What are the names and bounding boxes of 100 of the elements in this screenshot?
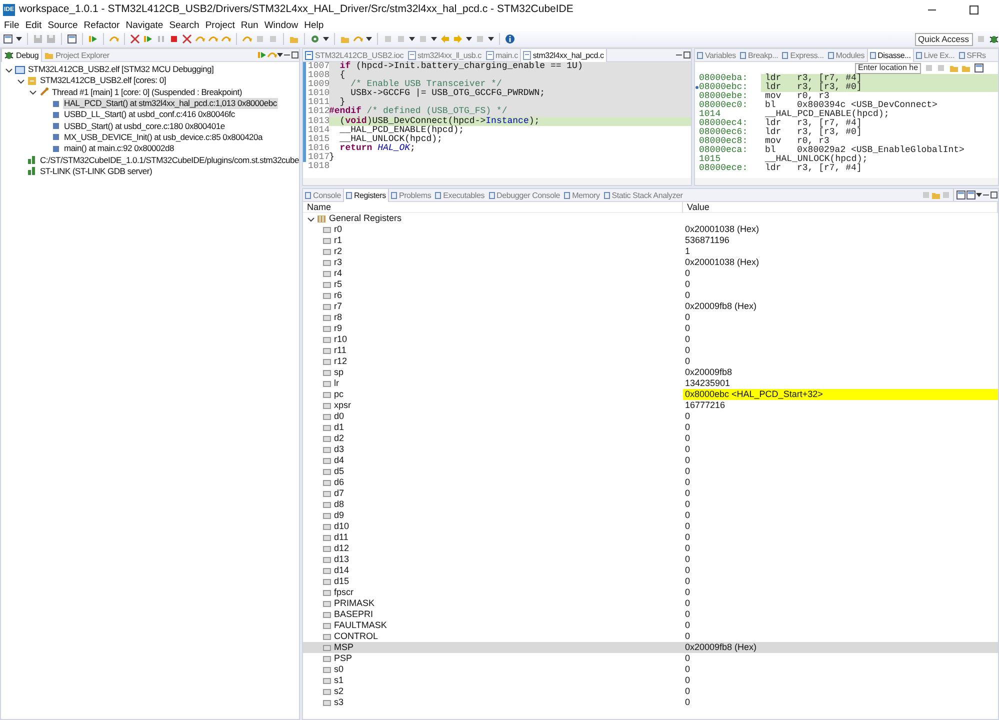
register-row[interactable]: FAULTMASK 0 [303, 620, 998, 632]
tab[interactable]: Debug [1, 49, 42, 62]
register-row[interactable]: r6 0 [303, 290, 998, 302]
step-arrow-icon[interactable] [353, 34, 363, 44]
document-icon[interactable] [956, 190, 966, 200]
menu-item[interactable]: Project [205, 20, 235, 31]
register-row[interactable]: d2 0 [303, 433, 998, 444]
tree-item[interactable]: HAL_PCD_Start() at stm32l4xx_hal_pcd.c:1,013 0x8000ebc [63, 98, 278, 110]
tab[interactable]: SFRs [956, 49, 988, 62]
tree-item[interactable]: main() at main.c:92 0x80002d8 [63, 143, 175, 154]
resume-icon[interactable] [257, 50, 267, 60]
menu-item[interactable]: Navigate [126, 20, 164, 31]
register-row[interactable]: PRIMASK 0 [303, 598, 998, 610]
menu-item[interactable]: Edit [25, 20, 42, 31]
menu-item[interactable]: Search [169, 20, 200, 31]
tab[interactable]: Memory [562, 189, 602, 202]
resume-icon[interactable] [143, 34, 153, 44]
step-arrow-icon[interactable] [242, 34, 252, 44]
register-row[interactable]: fpscr 0 [303, 587, 998, 598]
tab[interactable]: Static Stack Analyzer [602, 189, 685, 202]
maximize-icon[interactable] [990, 191, 998, 199]
register-row[interactable]: sp 0x20009fb8 [303, 367, 998, 378]
tab[interactable]: Breakp... [738, 49, 780, 62]
tab[interactable]: Express... [780, 49, 826, 62]
register-row[interactable]: r1 536871196 [303, 235, 998, 246]
register-row[interactable]: r2 1 [303, 246, 998, 258]
menu-item[interactable]: Window [264, 20, 298, 31]
register-row[interactable]: pc 0x8000ebc <HAL_PCD_Start+32> [303, 389, 998, 400]
document-icon[interactable] [3, 34, 13, 44]
register-row[interactable]: d13 0 [303, 554, 998, 566]
register-row[interactable]: d1 0 [303, 422, 998, 434]
tree-item[interactable]: USBD_LL_Start() at usbd_conf.c:416 0x80046fc [63, 109, 236, 120]
horizontal-scrollbar[interactable] [695, 178, 998, 185]
info-icon[interactable] [505, 34, 515, 44]
register-row[interactable]: s3 0 [303, 697, 998, 708]
register-row[interactable]: r9 0 [303, 323, 998, 334]
menu-item[interactable]: Help [304, 20, 324, 31]
menu-item[interactable]: Run [240, 20, 258, 31]
tab[interactable]: stm32l4xx_ll_usb.c [406, 49, 484, 62]
maximize-icon[interactable] [969, 5, 979, 15]
tab[interactable]: Live Ex... [914, 49, 957, 62]
tree-item[interactable]: STM32L412CB_USB2.elf [cores: 0] [39, 75, 167, 86]
tab[interactable]: Modules [826, 49, 867, 62]
register-row[interactable]: d3 0 [303, 444, 998, 456]
maximize-icon[interactable] [291, 51, 299, 59]
location-field[interactable]: Enter location he [855, 62, 921, 74]
register-row[interactable]: s1 0 [303, 675, 998, 686]
tree-item[interactable]: General Registers [328, 213, 403, 224]
stop-icon[interactable] [169, 34, 179, 44]
resume-icon[interactable] [88, 34, 98, 44]
register-row[interactable]: r11 0 [303, 345, 998, 356]
register-row[interactable]: d11 0 [303, 532, 998, 544]
register-row[interactable]: s0 0 [303, 664, 998, 676]
document-icon[interactable] [974, 63, 984, 73]
register-row[interactable]: d0 0 [303, 411, 998, 422]
tab[interactable]: Problems [388, 189, 434, 202]
tab[interactable]: Disasse... [866, 49, 914, 62]
folder-icon[interactable] [289, 34, 299, 44]
tab[interactable]: Registers [342, 189, 389, 202]
register-row[interactable]: r5 0 [303, 279, 998, 290]
back-arrow-icon[interactable] [440, 34, 450, 44]
register-row[interactable]: d8 0 [303, 499, 998, 510]
tree-item[interactable]: Thread #1 [main] 1 [core: 0] (Suspended : Breakpoint) [51, 86, 243, 98]
register-row[interactable]: d15 0 [303, 576, 998, 588]
register-row[interactable]: MSP 0x20009fb8 (Hex) [303, 642, 998, 654]
register-row[interactable]: CONTROL 0 [303, 631, 998, 642]
folder-icon[interactable] [931, 190, 941, 200]
register-row[interactable]: r4 0 [303, 268, 998, 280]
menu-item[interactable]: Refactor [84, 20, 120, 31]
register-row[interactable]: PSP 0 [303, 653, 998, 664]
tree-item[interactable]: STM32L412CB_USB2.elf [STM32 MCU Debugging] [27, 64, 215, 76]
quick-access-field[interactable]: Quick Access [915, 32, 973, 46]
register-row[interactable]: d5 0 [303, 466, 998, 478]
register-row[interactable]: r12 0 [303, 356, 998, 368]
register-row[interactable]: r7 0x20009fb8 (Hex) [303, 301, 998, 312]
tree-item[interactable]: USBD_Start() at usbd_core.c:180 0x800401e [63, 120, 226, 132]
document-icon[interactable] [966, 190, 976, 200]
step-arrow-icon[interactable] [109, 34, 119, 44]
tree-item[interactable]: ST-LINK (ST-LINK GDB server) [39, 166, 154, 177]
maximize-icon[interactable] [683, 51, 691, 59]
register-row[interactable]: d6 0 [303, 477, 998, 488]
register-row[interactable]: d10 0 [303, 521, 998, 532]
menu-item[interactable]: File [4, 20, 20, 31]
menu-item[interactable]: Source [48, 20, 78, 31]
register-row[interactable]: r8 0 [303, 312, 998, 324]
tab[interactable]: Debugger Console [486, 189, 562, 202]
register-row[interactable]: d7 0 [303, 488, 998, 500]
register-row[interactable]: r10 0 [303, 334, 998, 346]
register-row[interactable]: lr 134235901 [303, 378, 998, 390]
forward-arrow-icon[interactable] [453, 34, 463, 44]
folder-icon[interactable] [340, 34, 350, 44]
tab[interactable]: STM32L412CB_USB2.ioc [303, 49, 406, 62]
register-row[interactable]: xpsr 16777216 [303, 400, 998, 412]
tab[interactable]: stm32l4xx_hal_pcd.c [520, 49, 607, 62]
tab[interactable]: main.c [484, 49, 520, 62]
register-row[interactable]: d9 0 [303, 510, 998, 522]
disconnect-icon[interactable] [182, 34, 192, 44]
tree-item[interactable]: C:/ST/STM32CubeIDE_1.0.1/STM32CubeIDE/plugins/com.st.stm32cube [39, 154, 299, 166]
tab[interactable]: Project Explorer [42, 49, 112, 62]
disconnect-icon[interactable] [130, 34, 140, 44]
